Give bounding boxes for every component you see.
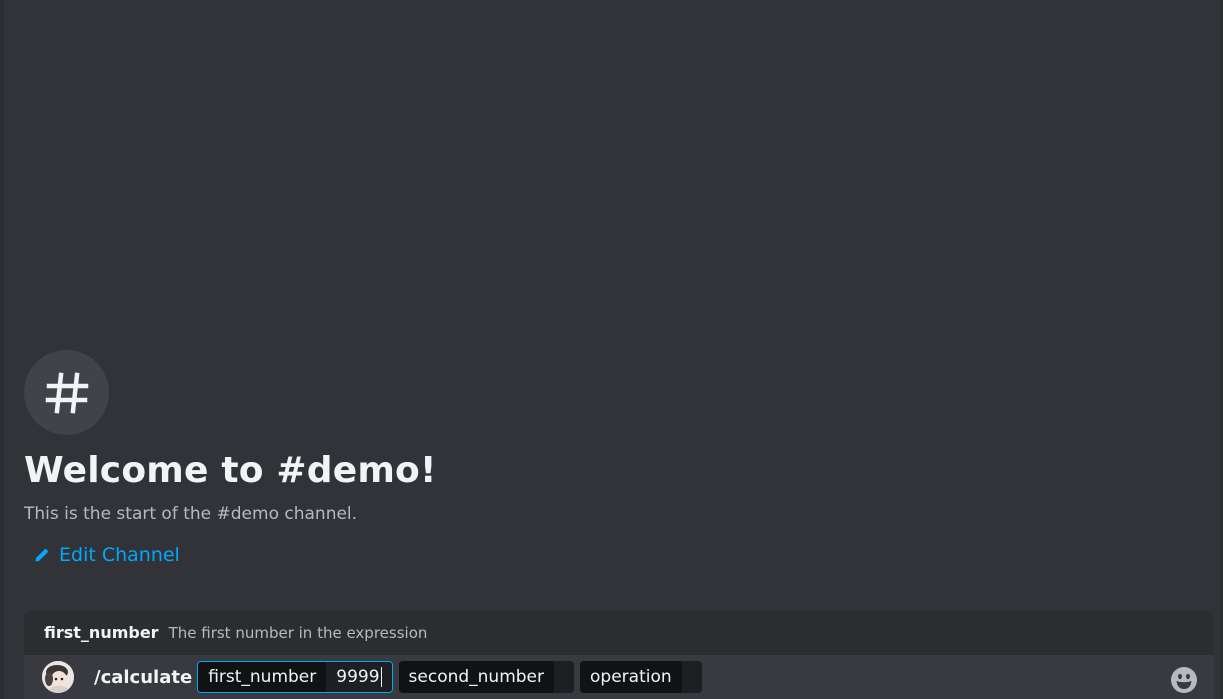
option-label: second_number	[398, 661, 555, 693]
avatar	[42, 661, 74, 693]
hint-option-name: first_number	[44, 623, 159, 642]
option-value-input[interactable]: 9999	[326, 662, 392, 692]
chat-window: Welcome to #demo! This is the start of t…	[0, 0, 1223, 699]
welcome-subtitle: This is the start of the #demo channel.	[24, 504, 358, 524]
welcome-title: Welcome to #demo!	[24, 450, 437, 491]
hash-icon	[24, 350, 109, 435]
pencil-icon	[35, 548, 49, 562]
option-value-text: 9999	[336, 667, 380, 687]
option-first-number[interactable]: first_number 9999	[197, 661, 393, 693]
option-hint-bar: first_number The first number in the exp…	[24, 610, 1214, 655]
option-value-input[interactable]	[554, 661, 575, 693]
message-composer[interactable]: /calculate first_number 9999 second_numb…	[24, 655, 1214, 699]
sidebar-edge	[0, 0, 4, 699]
option-label: operation	[580, 661, 682, 693]
command-name: /calculate	[94, 666, 193, 688]
option-value-input[interactable]	[681, 661, 702, 693]
edit-channel-link[interactable]: Edit Channel	[34, 544, 180, 566]
channel-welcome: Welcome to #demo! This is the start of t…	[24, 350, 1204, 566]
option-label: first_number	[198, 662, 327, 692]
option-operation[interactable]: operation	[580, 661, 702, 693]
hint-option-description: The first number in the expression	[168, 623, 428, 642]
emoji-icon[interactable]	[1170, 666, 1198, 694]
text-caret	[380, 667, 382, 687]
option-second-number[interactable]: second_number	[398, 661, 575, 693]
edit-channel-label: Edit Channel	[59, 544, 180, 566]
